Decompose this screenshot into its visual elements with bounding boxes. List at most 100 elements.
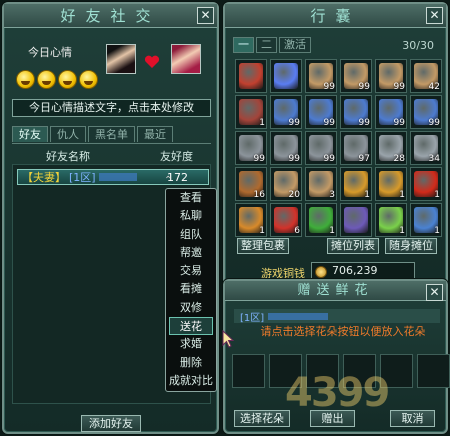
target-server: [1区] — [240, 312, 265, 324]
friend-context-menu: ⌃ 查看 私聊 组队 帮邀 交易 看摊 双修 送花 求婚 删除 成就对比 — [164, 175, 217, 392]
smiley-icon[interactable] — [37, 70, 56, 89]
bag-slot[interactable]: 1 — [410, 167, 442, 201]
item-count: 20 — [288, 190, 300, 200]
red-box-icon — [239, 63, 263, 89]
menu-item-propose[interactable]: 求婚 — [166, 335, 216, 353]
menu-item-view-stall[interactable]: 看摊 — [166, 280, 216, 298]
player-avatar — [106, 44, 136, 74]
menu-item-compare-achievements[interactable]: 成就对比 — [166, 372, 216, 390]
bag-slot[interactable]: 34 — [410, 131, 442, 165]
smiley-icon[interactable] — [58, 70, 77, 89]
bag-slot[interactable]: 3 — [305, 167, 337, 201]
cancel-button[interactable]: 取消 — [390, 410, 435, 427]
item-count: 1 — [259, 118, 265, 128]
bag-slot[interactable]: 99 — [270, 95, 302, 129]
item-count: 99 — [323, 82, 335, 92]
menu-item-view[interactable]: 查看 — [166, 189, 216, 207]
flower-slot[interactable] — [232, 354, 265, 388]
mood-smiles — [16, 70, 98, 89]
menu-item-delete[interactable]: 删除 — [166, 354, 216, 372]
item-count: 6 — [294, 226, 300, 236]
item-count: 1 — [329, 226, 335, 236]
bag-slot[interactable]: 99 — [235, 131, 267, 165]
tab-friends[interactable]: 好友 — [12, 126, 48, 142]
bag-slot[interactable]: 99 — [375, 59, 407, 93]
friends-list-header: 好友名称 友好度 — [12, 143, 211, 163]
bag-slot[interactable]: 99 — [270, 131, 302, 165]
menu-item-team[interactable]: 组队 — [166, 226, 216, 244]
item-count: 34 — [428, 154, 440, 164]
bag-slot[interactable]: 42 — [410, 59, 442, 93]
bag-slot[interactable]: 99 — [305, 95, 337, 129]
item-count: 1 — [434, 226, 440, 236]
flower-slot[interactable] — [417, 354, 450, 388]
item-count: 1 — [399, 226, 405, 236]
bag-slot[interactable]: 6 — [270, 203, 302, 237]
bag-slot[interactable]: 1 — [340, 167, 372, 201]
menu-item-give-flower[interactable]: 送花 — [169, 317, 213, 336]
tab-enemies[interactable]: 仇人 — [50, 126, 86, 142]
friend-server: [1区] — [69, 171, 96, 184]
bag-slot[interactable] — [270, 59, 302, 93]
item-count: 42 — [428, 82, 440, 92]
friends-tabs: 好友 仇人 黑名单 最近 — [12, 126, 173, 142]
item-count: 99 — [358, 82, 370, 92]
bag-slot[interactable]: 1 — [235, 203, 267, 237]
scroll-arrow-icon[interactable]: ⌃ — [164, 175, 178, 189]
spouse-avatar — [171, 44, 201, 74]
add-friend-button[interactable]: 添加好友 — [81, 415, 141, 432]
bag-slot[interactable]: 28 — [375, 131, 407, 165]
tab-bag-2[interactable]: 二 — [256, 37, 277, 53]
item-count: 99 — [428, 118, 440, 128]
col-friend-name: 好友名称 — [46, 150, 90, 163]
col-intimacy: 友好度 — [160, 150, 193, 163]
bag-slot[interactable]: 1 — [375, 203, 407, 237]
close-bag-button[interactable]: ✕ — [426, 7, 443, 24]
stall-list-button[interactable]: 摊位列表 — [327, 238, 379, 254]
bag-slot[interactable]: 16 — [235, 167, 267, 201]
bag-slot[interactable]: 1 — [235, 95, 267, 129]
bag-slot[interactable] — [340, 203, 372, 237]
bag-slot[interactable]: 1 — [410, 203, 442, 237]
menu-item-guild-invite[interactable]: 帮邀 — [166, 244, 216, 262]
flower-panel-title: 赠送鲜花 — [225, 281, 446, 301]
bag-slot[interactable]: 99 — [375, 95, 407, 129]
bag-slot[interactable]: 1 — [375, 167, 407, 201]
tab-bag-activate[interactable]: 激活 — [279, 37, 311, 53]
tab-recent[interactable]: 最近 — [137, 126, 173, 142]
item-count: 1 — [434, 190, 440, 200]
smiley-icon[interactable] — [79, 70, 98, 89]
bag-slot[interactable]: 99 — [340, 95, 372, 129]
heart-icon — [144, 55, 160, 68]
mood-text-field[interactable]: 今日心情描述文字，点击本处修改 — [12, 99, 211, 117]
bag-panel: 行囊 ✕ 一 二 激活 30/30 99 99 99 42 1 99 99 99 99 99 99 9… — [223, 2, 448, 286]
close-friends-button[interactable]: ✕ — [197, 7, 214, 24]
bag-slot[interactable]: 99 — [305, 131, 337, 165]
item-count: 99 — [253, 154, 265, 164]
menu-item-trade[interactable]: 交易 — [166, 262, 216, 280]
bag-slot[interactable]: 1 — [305, 203, 337, 237]
menu-item-dual-cultivate[interactable]: 双修 — [166, 299, 216, 317]
flower-target: [1区] — [234, 309, 440, 324]
relation-tag: 【夫妻】 — [22, 171, 66, 184]
select-flower-button[interactable]: 选择花朵 — [234, 410, 290, 427]
item-count: 99 — [323, 118, 335, 128]
bag-slot[interactable] — [235, 59, 267, 93]
bag-slot[interactable]: 99 — [410, 95, 442, 129]
bag-slot[interactable]: 99 — [340, 59, 372, 93]
sort-bag-button[interactable]: 整理包裹 — [237, 238, 289, 254]
item-count: 99 — [323, 154, 335, 164]
tab-bag-1[interactable]: 一 — [233, 37, 254, 53]
purple-gem-icon — [344, 207, 368, 233]
item-count: 97 — [358, 154, 370, 164]
close-flower-button[interactable]: ✕ — [426, 284, 443, 301]
tab-blacklist[interactable]: 黑名单 — [88, 126, 135, 142]
friend-row[interactable]: 【夫妻】 [1区] 172 — [17, 169, 209, 185]
bag-slot[interactable]: 97 — [340, 131, 372, 165]
smiley-icon[interactable] — [16, 70, 35, 89]
portable-stall-button[interactable]: 随身摊位 — [385, 238, 437, 254]
item-count: 99 — [393, 82, 405, 92]
bag-slot[interactable]: 99 — [305, 59, 337, 93]
menu-item-whisper[interactable]: 私聊 — [166, 207, 216, 225]
bag-slot[interactable]: 20 — [270, 167, 302, 201]
